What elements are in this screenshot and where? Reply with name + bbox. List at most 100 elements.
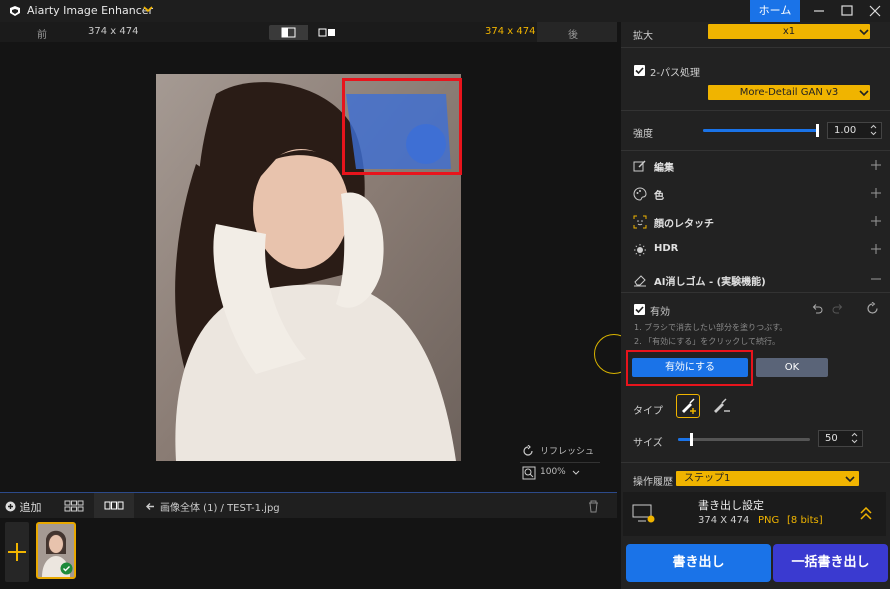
divider (621, 150, 890, 151)
section-color[interactable]: 色 (621, 180, 890, 208)
enable-label: 有効 (650, 307, 670, 318)
eraser-icon (634, 275, 646, 287)
section-label: HDR (654, 243, 679, 254)
breadcrumb: 画像全体 (1) / TEST-1.jpg (160, 503, 280, 514)
split-view-button[interactable] (269, 25, 308, 40)
back-arrow-icon[interactable] (145, 501, 156, 512)
hdr-icon (634, 244, 646, 256)
hint-step-2: 2. 「有効にする」をクリックして続行。 (634, 337, 781, 346)
export-bits: [8 bits] (787, 515, 823, 526)
stepper-icon[interactable] (851, 432, 858, 444)
undo-icon[interactable] (811, 303, 823, 315)
close-icon[interactable] (866, 2, 884, 20)
trash-icon[interactable] (587, 499, 600, 513)
export-settings-icon (632, 504, 655, 523)
minimize-icon[interactable] (810, 2, 828, 20)
size-label: サイズ (633, 438, 663, 449)
preview-canvas[interactable]: リフレッシュ 100% (0, 42, 634, 490)
image-thumbnail[interactable] (36, 522, 76, 579)
export-format: PNG (758, 515, 780, 526)
section-face-retouch[interactable]: 顔のレタッチ (621, 208, 890, 236)
section-label: AI消しゴム - (実験機能) (654, 277, 766, 288)
zoom-control[interactable]: 100% (520, 462, 600, 480)
redo-icon[interactable] (832, 303, 844, 315)
grid-view-icon[interactable] (64, 499, 84, 513)
brush-size-slider[interactable] (678, 438, 810, 441)
strength-label: 強度 (633, 129, 653, 140)
type-label: タイプ (633, 406, 663, 417)
brush-size-input[interactable]: 50 (818, 430, 863, 447)
add-image-button[interactable] (5, 522, 29, 582)
ok-button[interactable]: OK (756, 358, 828, 377)
divider (621, 292, 890, 293)
strip-view-icon (104, 501, 124, 510)
minus-icon (871, 278, 881, 280)
side-by-side-button[interactable] (308, 25, 347, 40)
plus-icon (871, 216, 881, 226)
divider (621, 110, 890, 111)
annotation-highlight (626, 350, 753, 386)
add-label: 追加 (19, 501, 42, 514)
thumbnail-strip (0, 518, 617, 589)
export-dims: 374 X 474 (698, 515, 750, 526)
refresh-icon (523, 445, 533, 456)
add-icon (5, 501, 16, 512)
zoom-icon (522, 466, 536, 480)
brush-erase-icon[interactable] (710, 395, 732, 417)
section-label: 顔のレタッチ (654, 219, 714, 230)
brush-size-value: 50 (825, 433, 838, 444)
maximize-icon[interactable] (838, 2, 856, 20)
chevron-down-icon (859, 90, 869, 97)
enable-checkbox[interactable] (634, 304, 645, 315)
export-settings[interactable]: 書き出し設定 374 X 474 PNG [8 bits] (623, 492, 886, 536)
zoom-level: 100% (540, 467, 566, 477)
app-window: Aiarty Image Enhancer ホーム 前 374 x 474 37… (0, 0, 890, 589)
refresh-button[interactable]: リフレッシュ (520, 444, 600, 458)
section-label: 色 (654, 191, 664, 202)
expand-up-icon[interactable] (860, 507, 872, 521)
after-label: 後 (568, 30, 578, 41)
strength-slider-fill (703, 129, 818, 132)
compare-mode-toggle[interactable] (269, 25, 347, 40)
brush-add-button[interactable] (676, 394, 700, 418)
history-label: 操作履歴 (633, 477, 673, 488)
section-ai-eraser[interactable]: AI消しゴム - (実験機能) (621, 266, 890, 294)
reset-icon[interactable] (866, 302, 879, 315)
divider (621, 462, 890, 463)
history-select[interactable]: ステップ1 (676, 471, 859, 486)
hint-step-1: 1. ブラシで消去したい部分を塗りつぶす。 (634, 323, 788, 332)
section-label: 編集 (654, 163, 674, 174)
model-select[interactable]: More-Detail GAN v3 (708, 85, 870, 100)
section-edit[interactable]: 編集 (621, 152, 890, 180)
app-title: Aiarty Image Enhancer (27, 4, 154, 17)
checkmark-icon (635, 306, 644, 314)
brush-add-icon (682, 398, 696, 414)
two-pass-checkbox[interactable] (634, 65, 645, 76)
before-size: 374 x 474 (88, 26, 139, 37)
add-button[interactable]: 追加 (5, 499, 42, 515)
section-hdr[interactable]: HDR (621, 236, 890, 264)
chevron-down-icon[interactable] (143, 4, 153, 14)
brush-size-slider-handle[interactable] (690, 433, 694, 446)
export-button[interactable]: 書き出し (626, 544, 771, 582)
plus-icon (871, 188, 881, 198)
plus-icon (8, 543, 26, 561)
two-pass-label: 2-パス処理 (650, 68, 700, 79)
scale-select[interactable]: x1 (708, 24, 870, 39)
title-bar: Aiarty Image Enhancer ホーム (0, 0, 890, 22)
split-view-icon (281, 27, 296, 38)
history-value: ステップ1 (684, 473, 731, 484)
edit-icon (633, 160, 646, 172)
check-badge-icon (60, 562, 73, 575)
ok-label: OK (784, 362, 800, 373)
chevron-down-icon (572, 470, 580, 475)
settings-panel: 拡大 x1 2-パス処理 More-Detail GAN v3 強度 1.00 (621, 22, 890, 589)
strength-slider-handle[interactable] (816, 124, 819, 137)
export-settings-title: 書き出し設定 (698, 499, 764, 512)
annotation-highlight (342, 78, 462, 175)
batch-export-button[interactable]: 一括書き出し (773, 544, 888, 582)
stepper-icon[interactable] (870, 124, 877, 136)
strength-input[interactable]: 1.00 (827, 122, 882, 139)
strip-view-button[interactable] (94, 493, 134, 519)
home-button[interactable]: ホーム (750, 0, 800, 22)
